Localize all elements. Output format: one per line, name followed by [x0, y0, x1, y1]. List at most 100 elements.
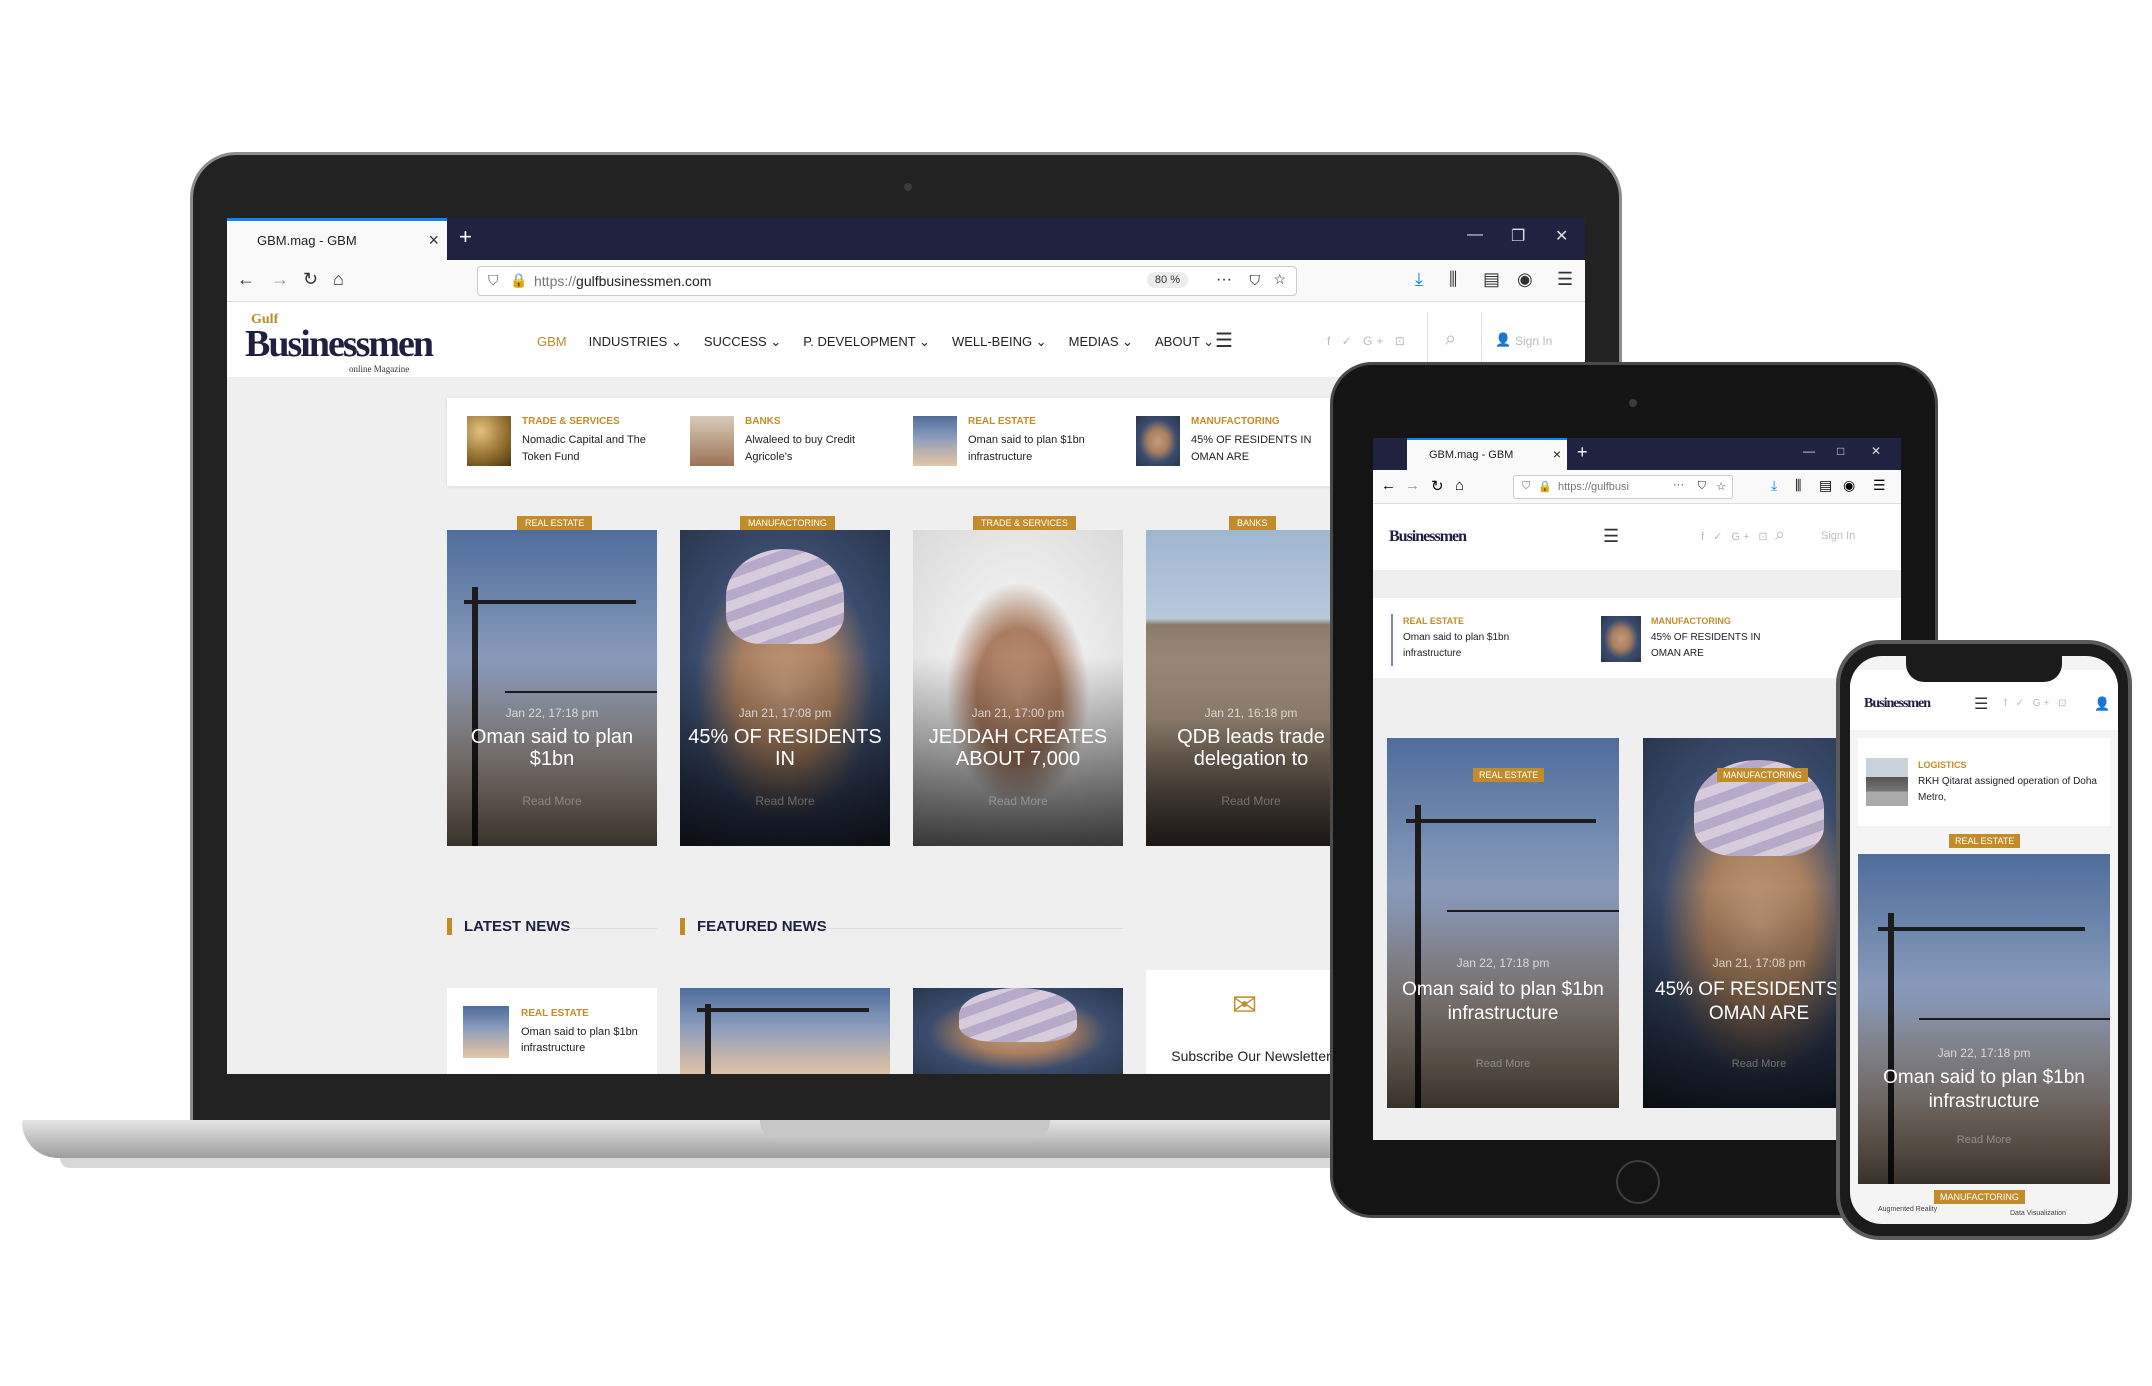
restore-icon[interactable]: ❐: [1511, 226, 1525, 246]
zoom-indicator[interactable]: 80 %: [1146, 272, 1188, 288]
sign-in-link[interactable]: Sign In: [1821, 530, 1855, 542]
read-more-link[interactable]: Read More: [1858, 1134, 2110, 1146]
ticker-title[interactable]: 45% OF RESIDENTS IN OMAN ARE: [1651, 630, 1761, 662]
url-bar[interactable]: https://gulfbusi ⛉ 🔒 ··· ⛉ ☆: [1513, 475, 1733, 499]
sign-in-link[interactable]: Sign In: [1515, 334, 1552, 348]
sidebar-icon[interactable]: ▤: [1819, 477, 1832, 494]
read-more-link[interactable]: Read More: [447, 794, 657, 808]
back-icon[interactable]: ←: [1381, 477, 1396, 494]
menu-item-p-development[interactable]: P. DEVELOPMENT ⌄: [803, 334, 930, 350]
latest-title: Oman said to plan $1bn infrastructure: [521, 1026, 638, 1054]
search-icon[interactable]: ⌕: [1775, 524, 1785, 545]
menu-item-success[interactable]: SUCCESS ⌄: [704, 334, 781, 350]
hamburger-menu-icon[interactable]: ☰: [1603, 526, 1619, 547]
download-icon[interactable]: ⤓: [1415, 269, 1423, 290]
minimize-icon[interactable]: —: [1467, 226, 1483, 244]
ticker-title: 45% OF RESIDENTS IN OMAN ARE: [1191, 434, 1312, 463]
social-icons[interactable]: f ✓ G+ ⊡: [2004, 698, 2070, 709]
card-photo-detail: [959, 988, 1077, 1042]
newsletter-label: Subscribe Our Newsletter: [1171, 1048, 1331, 1064]
newsletter-box[interactable]: ✉ Subscribe Our Newsletter: [1146, 970, 1356, 1074]
hamburger-menu-icon[interactable]: ☰: [1974, 694, 1988, 714]
read-more-link[interactable]: Read More: [1146, 794, 1356, 808]
account-icon[interactable]: ◉: [1517, 269, 1533, 290]
sidebar-icon[interactable]: ▤: [1483, 269, 1500, 290]
featured-card[interactable]: Jan 22, 17:18 pm Oman said to plan $1bn …: [1858, 854, 2110, 1184]
ticker-item[interactable]: TRADE & SERVICES Nomadic Capital and The…: [467, 414, 677, 470]
new-tab-icon[interactable]: +: [459, 224, 472, 250]
restore-icon[interactable]: □: [1837, 444, 1844, 458]
menu-item-about[interactable]: ABOUT ⌄: [1155, 334, 1214, 350]
ticker-item[interactable]: MANUFACTORING 45% OF RESIDENTS IN OMAN A…: [1136, 414, 1346, 470]
tablet-screen: GBM.mag - GBM × + — □ ✕ ← → ↻ ⌂ https://…: [1373, 438, 1901, 1140]
social-icons[interactable]: f ✓ G+ ⊡: [1701, 530, 1771, 543]
pocket-icon[interactable]: ⛉: [1250, 272, 1261, 289]
close-window-icon[interactable]: ✕: [1555, 226, 1568, 246]
menu-item-medias[interactable]: MEDIAS ⌄: [1069, 334, 1133, 350]
forward-icon[interactable]: →: [1405, 477, 1420, 494]
menu-item-industries[interactable]: INDUSTRIES ⌄: [589, 334, 682, 350]
user-icon[interactable]: 👤: [2094, 696, 2110, 712]
card-category-badge[interactable]: REAL ESTATE: [1949, 834, 2021, 848]
latest-news-item[interactable]: REAL ESTATE Oman said to plan $1bn infra…: [447, 988, 657, 1074]
account-icon[interactable]: ◉: [1843, 477, 1855, 494]
more-actions-icon[interactable]: ···: [1216, 271, 1232, 289]
card-category-badge[interactable]: MANUFACTORING: [1934, 1190, 2025, 1204]
bookmark-star-icon[interactable]: ☆: [1273, 271, 1286, 288]
url-text: https://gulfbusi: [1558, 481, 1629, 493]
menu-item-well-being[interactable]: WELL-BEING ⌄: [952, 334, 1047, 350]
reload-icon[interactable]: ↻: [303, 269, 318, 290]
card-category-badge[interactable]: MANUFACTORING: [1717, 768, 1808, 782]
new-tab-icon[interactable]: +: [1577, 442, 1588, 463]
ticker-title: RKH Qitarat assigned operation of Doha M…: [1918, 776, 2097, 803]
close-window-icon[interactable]: ✕: [1871, 444, 1881, 458]
featured-card[interactable]: Jan 21, 16:18 pm QDB leads trade delegat…: [1146, 530, 1356, 846]
featured-card[interactable]: REAL ESTATE Jan 22, 17:18 pm Oman said t…: [1387, 738, 1619, 1108]
library-icon[interactable]: ⫼: [1795, 477, 1801, 494]
read-more-link[interactable]: Read More: [1387, 1058, 1619, 1070]
read-more-link[interactable]: Read More: [680, 794, 890, 808]
browser-tab[interactable]: GBM.mag - GBM ×: [227, 218, 447, 260]
home-icon[interactable]: ⌂: [1455, 477, 1464, 494]
reload-icon[interactable]: ↻: [1431, 477, 1444, 495]
tablet-home-button[interactable]: [1616, 1160, 1660, 1204]
featured-news-card[interactable]: [680, 988, 890, 1074]
forward-icon[interactable]: →: [271, 269, 289, 290]
app-menu-icon[interactable]: ☰: [1873, 477, 1886, 494]
library-icon[interactable]: ⫼: [1449, 269, 1457, 290]
browser-tab[interactable]: GBM.mag - GBM ×: [1407, 438, 1567, 470]
tab-close-icon[interactable]: ×: [1553, 446, 1561, 462]
app-menu-icon[interactable]: ☰: [1557, 269, 1573, 290]
user-icon[interactable]: 👤: [1495, 332, 1511, 348]
latest-news-heading: LATEST NEWS: [447, 918, 570, 935]
pocket-icon[interactable]: ⛉: [1698, 480, 1706, 493]
tab-close-icon[interactable]: ×: [428, 230, 439, 251]
site-logo[interactable]: Businessmen: [1864, 696, 1931, 712]
featured-card[interactable]: Jan 21, 17:08 pm 45% OF RESIDENTS IN Rea…: [680, 530, 890, 846]
card-category-badge[interactable]: REAL ESTATE: [1473, 768, 1545, 782]
ticker-title[interactable]: Oman said to plan $1bn infrastructure: [1403, 630, 1513, 662]
home-icon[interactable]: ⌂: [333, 269, 344, 290]
download-icon[interactable]: ⤓: [1771, 477, 1777, 494]
minimize-icon[interactable]: —: [1803, 444, 1815, 458]
read-more-link[interactable]: Read More: [913, 794, 1123, 808]
latest-category: REAL ESTATE: [521, 1008, 589, 1019]
featured-card[interactable]: Jan 21, 17:00 pm JEDDAH CREATES ABOUT 7,…: [913, 530, 1123, 846]
social-icons[interactable]: f ✓ G+ ⊡: [1327, 334, 1409, 348]
url-bar[interactable]: ⛉ 🔒 https://gulfbusinessmen.com 80 % ···…: [477, 266, 1297, 296]
bookmark-star-icon[interactable]: ☆: [1716, 480, 1726, 493]
more-actions-icon[interactable]: ···: [1673, 479, 1684, 491]
site-logo[interactable]: Businessmen: [1389, 528, 1467, 546]
card-date: Jan 22, 17:18 pm: [1937, 1046, 2031, 1060]
menu-item-gbm[interactable]: GBM: [537, 334, 567, 350]
ticker-item[interactable]: REAL ESTATE Oman said to plan $1bn infra…: [913, 414, 1123, 470]
hamburger-menu-icon[interactable]: ☰: [1215, 328, 1233, 353]
browser-nav-bar: ← → ↻ ⌂ ⛉ 🔒 https://gulfbusinessmen.com …: [227, 260, 1585, 302]
logo-main-text: Businessmen: [245, 323, 434, 365]
search-icon[interactable]: ⌕: [1445, 328, 1456, 351]
phone-ticker-item[interactable]: LOGISTICS RKH Qitarat assigned operation…: [1858, 738, 2110, 826]
featured-news-card[interactable]: [913, 988, 1123, 1074]
ticker-item[interactable]: BANKS Alwaleed to buy Credit Agricole's: [690, 414, 900, 470]
featured-card[interactable]: Jan 22, 17:18 pm Oman said to plan $1bn …: [447, 530, 657, 846]
back-icon[interactable]: ←: [237, 269, 255, 290]
